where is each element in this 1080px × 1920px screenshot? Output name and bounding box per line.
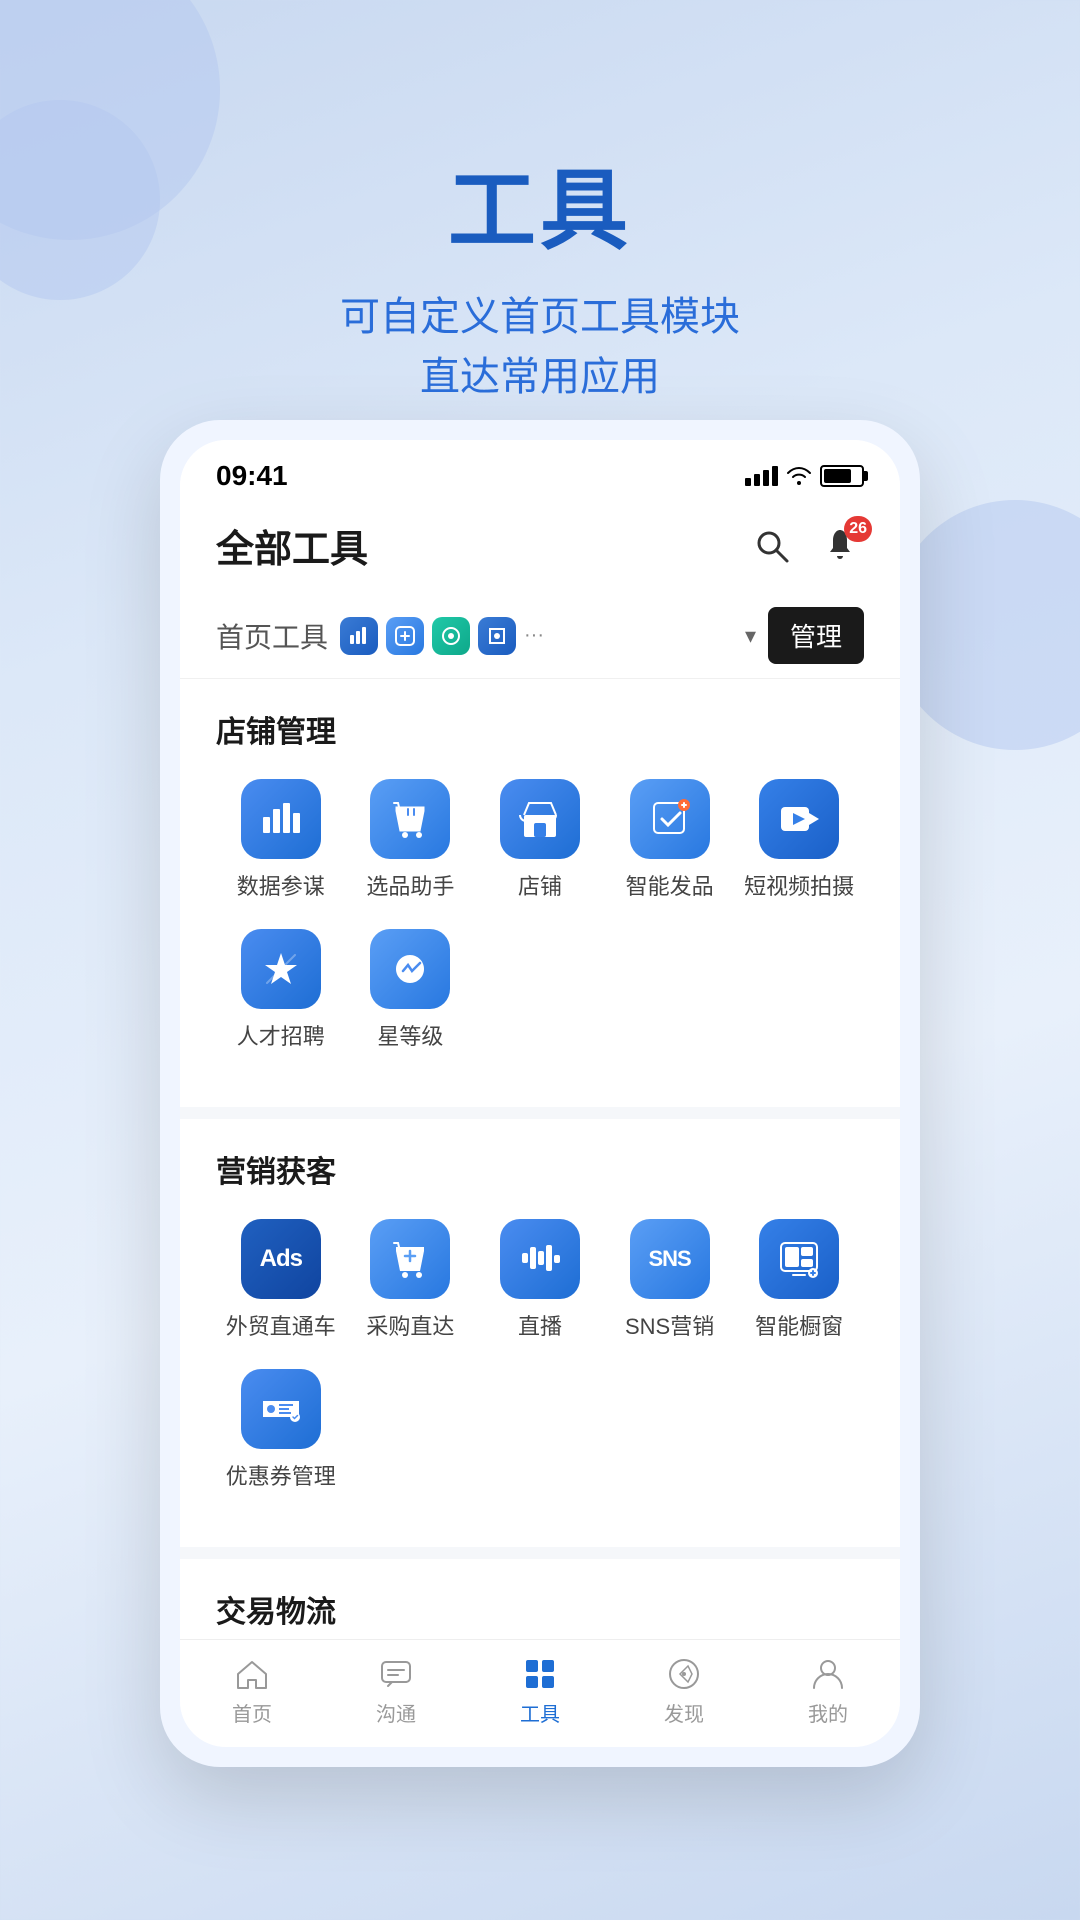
nav-home[interactable]: 首页: [180, 1656, 324, 1727]
nav-tools-label: 工具: [520, 1698, 560, 1727]
header-icons: 26: [748, 522, 864, 570]
page-subtitle: 可自定义首页工具模块 直达常用应用: [0, 287, 1080, 407]
nav-home-label: 首页: [232, 1698, 272, 1727]
tool-talent-recruit-label: 人才招聘: [237, 1019, 325, 1051]
tool-star-level-label: 星等级: [377, 1019, 443, 1051]
tool-store-icon: [500, 779, 580, 859]
tool-sns-icon: SNS: [630, 1219, 710, 1299]
wifi-icon: [786, 466, 812, 486]
phone-mockup: 09:41: [160, 420, 920, 1767]
more-dots: ···: [524, 624, 544, 647]
tool-short-video-icon: [759, 779, 839, 859]
tool-smart-window-icon: [759, 1219, 839, 1299]
mini-icon-2: [386, 617, 424, 655]
store-management-grid: 数据参谋 选品助手 店铺: [216, 779, 864, 1079]
section-marketing: 营销获客 Ads 外贸直通车 采购直达: [180, 1119, 900, 1547]
section-marketing-title: 营销获客: [216, 1147, 864, 1191]
bottom-nav: 首页 沟通 工具: [180, 1639, 900, 1747]
section-trade-logistics: 交易物流 信保订单 退款/售后: [180, 1559, 900, 1639]
tool-ads[interactable]: Ads 外贸直通车: [216, 1219, 346, 1341]
search-button[interactable]: [748, 522, 796, 570]
nav-profile-label: 我的: [808, 1698, 848, 1727]
tool-short-video[interactable]: 短视频拍摄: [734, 779, 864, 901]
phone-inner: 09:41: [180, 440, 900, 1747]
tool-data-consult-icon: [241, 779, 321, 859]
status-time: 09:41: [216, 460, 288, 492]
tool-data-consult-label: 数据参谋: [237, 869, 325, 901]
home-icon: [234, 1656, 270, 1692]
chat-icon: [378, 1656, 414, 1692]
subtitle-line1: 可自定义首页工具模块: [340, 295, 740, 339]
compass-icon: [666, 1656, 702, 1692]
tools-bar-icons: ···: [340, 617, 733, 655]
section-trade-title: 交易物流: [216, 1587, 864, 1631]
notification-badge: 26: [844, 516, 872, 542]
tool-purchase-reach[interactable]: 采购直达: [346, 1219, 476, 1341]
signal-icon: [745, 466, 778, 486]
marketing-grid: Ads 外贸直通车 采购直达 直播: [216, 1219, 864, 1519]
status-bar: 09:41: [180, 440, 900, 502]
tool-product-select-label: 选品助手: [366, 869, 454, 901]
status-icons: [745, 465, 864, 487]
app-header: 全部工具 26: [180, 502, 900, 593]
nav-chat-label: 沟通: [376, 1698, 416, 1727]
nav-discover[interactable]: 发现: [612, 1656, 756, 1727]
tool-purchase-reach-icon: [370, 1219, 450, 1299]
tool-coupon-label: 优惠券管理: [226, 1459, 336, 1491]
tool-product-select[interactable]: 选品助手: [346, 779, 476, 901]
mini-icon-3: [432, 617, 470, 655]
app-content: 店铺管理 数据参谋 选品助手: [180, 679, 900, 1639]
tool-coupon-icon: [241, 1369, 321, 1449]
app-title: 全部工具: [216, 518, 368, 573]
tool-data-consult[interactable]: 数据参谋: [216, 779, 346, 901]
nav-discover-label: 发现: [664, 1698, 704, 1727]
tools-bar: 首页工具 ··· ▾ 管理: [180, 593, 900, 679]
tool-smart-window-label: 智能橱窗: [755, 1309, 843, 1341]
notification-button[interactable]: 26: [816, 522, 864, 570]
tool-live-icon: [500, 1219, 580, 1299]
tool-live[interactable]: 直播: [475, 1219, 605, 1341]
tools-bar-label: 首页工具: [216, 616, 328, 656]
tool-smart-product-label: 智能发品: [626, 869, 714, 901]
chevron-down-icon[interactable]: ▾: [745, 623, 756, 649]
tool-star-level[interactable]: 星等级: [346, 929, 476, 1051]
section-store-title: 店铺管理: [216, 707, 864, 751]
manage-button[interactable]: 管理: [768, 607, 864, 664]
tool-ads-icon: Ads: [241, 1219, 321, 1299]
battery-icon: [820, 465, 864, 487]
sns-text: SNS: [648, 1246, 690, 1272]
tool-smart-product[interactable]: 智能发品: [605, 779, 735, 901]
tool-product-select-icon: [370, 779, 450, 859]
subtitle-line2: 直达常用应用: [420, 355, 660, 399]
tool-star-level-icon: [370, 929, 450, 1009]
tool-short-video-label: 短视频拍摄: [744, 869, 854, 901]
user-icon: [810, 1656, 846, 1692]
mini-icon-1: [340, 617, 378, 655]
tool-sns-label: SNS营销: [625, 1309, 714, 1341]
tool-store-label: 店铺: [518, 869, 562, 901]
tool-live-label: 直播: [518, 1309, 562, 1341]
page-title: 工具: [0, 140, 1080, 267]
page-header: 工具 可自定义首页工具模块 直达常用应用: [0, 0, 1080, 407]
ads-text: Ads: [260, 1245, 302, 1273]
mini-icon-4: [478, 617, 516, 655]
nav-tools[interactable]: 工具: [468, 1656, 612, 1727]
tool-smart-window[interactable]: 智能橱窗: [734, 1219, 864, 1341]
section-store-management: 店铺管理 数据参谋 选品助手: [180, 679, 900, 1107]
tool-talent-recruit[interactable]: 人才招聘: [216, 929, 346, 1051]
tool-coupon[interactable]: 优惠券管理: [216, 1369, 346, 1491]
nav-profile[interactable]: 我的: [756, 1656, 900, 1727]
tool-ads-label: 外贸直通车: [226, 1309, 336, 1341]
tool-sns[interactable]: SNS SNS营销: [605, 1219, 735, 1341]
nav-chat[interactable]: 沟通: [324, 1656, 468, 1727]
tool-talent-recruit-icon: [241, 929, 321, 1009]
tool-smart-product-icon: [630, 779, 710, 859]
tools-grid-icon: [522, 1656, 558, 1692]
tool-purchase-reach-label: 采购直达: [366, 1309, 454, 1341]
tool-store[interactable]: 店铺: [475, 779, 605, 901]
